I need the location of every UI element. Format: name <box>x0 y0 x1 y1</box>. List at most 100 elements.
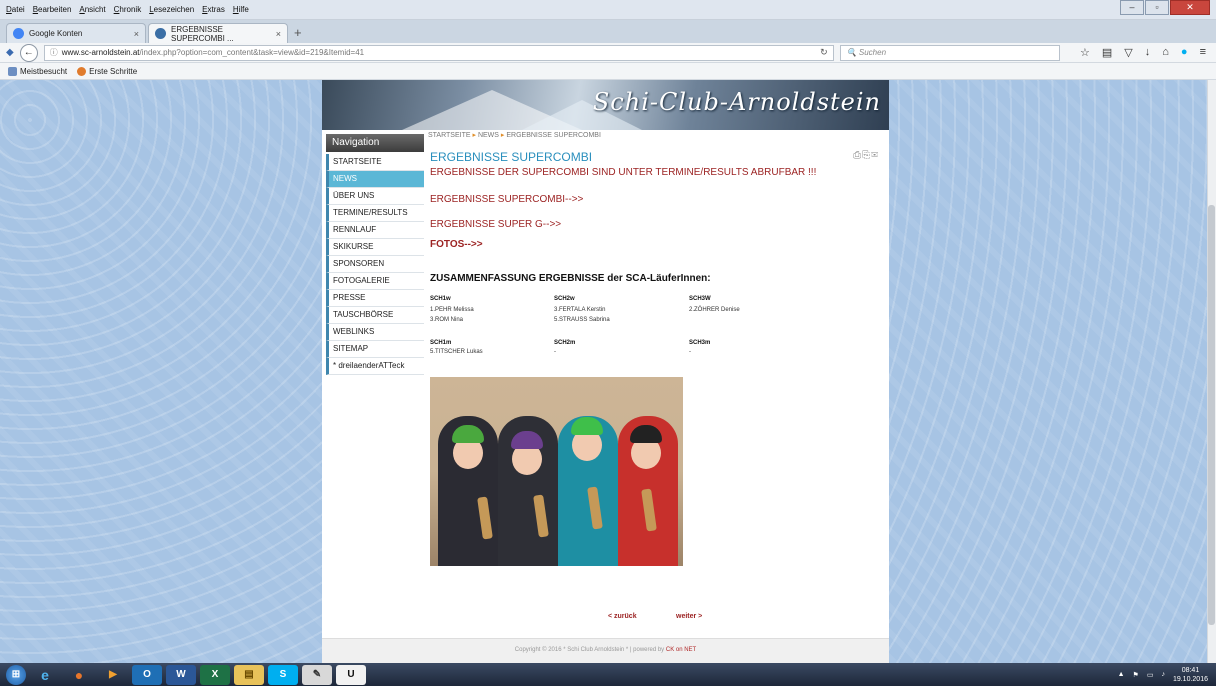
nav-item-dreilaender[interactable]: * dreilaenderATTeck <box>326 358 424 375</box>
nav-item-ueber-uns[interactable]: ÜBER UNS <box>326 188 424 205</box>
nav-item-presse[interactable]: PRESSE <box>326 290 424 307</box>
firefox-taskbar-icon[interactable]: ● <box>64 665 94 685</box>
nav-item-news[interactable]: NEWS <box>326 171 424 188</box>
result-entry: - <box>689 349 691 355</box>
tab-ergebnisse[interactable]: ERGEBNISSE SUPERCOMBI ... × <box>148 23 288 43</box>
photo-hat <box>571 417 603 435</box>
nav-item-weblinks[interactable]: WEBLINKS <box>326 324 424 341</box>
network-icon[interactable]: ▭ <box>1147 671 1154 679</box>
hamburger-menu-icon[interactable]: ≡ <box>1200 46 1206 59</box>
menu-hilfe[interactable]: Hilfe <box>233 5 249 14</box>
system-tray: ▲ ⚑ ▭ ♪ 08:41 19.10.2016 <box>1118 666 1216 684</box>
clock[interactable]: 08:41 19.10.2016 <box>1173 666 1208 684</box>
site-title[interactable]: Schi-Club-Arnoldstein <box>593 88 881 116</box>
next-link[interactable]: weiter > <box>676 613 702 620</box>
menu-lesezeichen[interactable]: Lesezeichen <box>149 5 194 14</box>
breadcrumb-startseite[interactable]: STARTSEITE <box>428 132 471 139</box>
window-controls: – ▫ ✕ <box>1120 0 1210 15</box>
internet-explorer-icon[interactable]: e <box>30 665 60 685</box>
site-container: Schi-Club-Arnoldstein Navigation STARTSE… <box>322 80 889 663</box>
nav-item-startseite[interactable]: STARTSEITE <box>326 154 424 171</box>
app-u-icon[interactable]: U <box>336 664 366 685</box>
nav-item-fotogalerie[interactable]: FOTOGALERIE <box>326 273 424 290</box>
nav-item-rennlauf[interactable]: RENNLAUF <box>326 222 424 239</box>
nav-item-termine-results[interactable]: TERMINE/RESULTS <box>326 205 424 222</box>
menu-chronik[interactable]: Chronik <box>114 5 142 14</box>
joomla-icon <box>155 28 166 39</box>
bookmark-star-icon[interactable]: ☆ <box>1080 46 1090 59</box>
result-entry: 1.PEHR Melissa <box>430 307 474 313</box>
url-path: /index.php?option=com_content&task=view&… <box>139 48 365 57</box>
tab-close-icon[interactable]: × <box>134 29 139 39</box>
reload-icon[interactable]: ↻ <box>820 47 828 58</box>
minimize-icon[interactable]: – <box>1120 0 1144 15</box>
menu-ansicht[interactable]: Ansicht <box>79 5 105 14</box>
result-heading: SCH2m <box>554 340 576 346</box>
back-button[interactable]: ← <box>19 43 38 62</box>
excel-icon[interactable]: X <box>200 664 230 685</box>
scrollbar-thumb[interactable] <box>1208 205 1215 625</box>
team-photo[interactable] <box>430 377 683 566</box>
maximize-icon[interactable]: ▫ <box>1145 0 1169 15</box>
skype-taskbar-icon[interactable]: S <box>268 664 298 685</box>
menu-bar: Datei Bearbeiten Ansicht Chronik Lesezei… <box>0 0 1216 20</box>
folder-icon <box>8 66 17 76</box>
pdf-icon[interactable]: ⎙ <box>853 150 862 161</box>
result-entry: 3.ROM Nina <box>430 317 464 323</box>
menu-bearbeiten[interactable]: Bearbeiten <box>33 5 72 14</box>
bookmarks-bar: Meistbesucht Erste Schritte <box>0 63 1216 80</box>
tab-google-konten[interactable]: Google Konten × <box>6 23 146 43</box>
link-fotos[interactable]: FOTOS-->> <box>430 239 483 250</box>
navigation-bar: ◆ ← ⓘ www.sc-arnoldstein.at/index.php?op… <box>0 43 1216 63</box>
tab-bar: Google Konten × ERGEBNISSE SUPERCOMBI ..… <box>0 20 1216 43</box>
tray-arrow-icon[interactable]: ▲ <box>1118 671 1125 678</box>
home-icon[interactable]: ⌂ <box>1162 46 1169 59</box>
nav-item-tauschboerse[interactable]: TAUSCHBÖRSE <box>326 307 424 324</box>
result-heading: SCH3m <box>689 340 711 346</box>
result-entry: 5.STRAUSS Sabrina <box>554 317 610 323</box>
new-tab-button[interactable]: + <box>294 25 302 40</box>
breadcrumb: STARTSEITE ▸ NEWS ▸ ERGEBNISSE SUPERCOMB… <box>428 131 601 139</box>
download-icon[interactable]: ↓ <box>1145 46 1151 59</box>
flag-icon[interactable]: ⚑ <box>1133 671 1139 679</box>
media-player-icon[interactable]: ▶ <box>98 665 128 685</box>
volume-icon[interactable]: ♪ <box>1161 671 1165 678</box>
previous-link[interactable]: < zurück <box>608 613 637 620</box>
nav-item-sponsoren[interactable]: SPONSOREN <box>326 256 424 273</box>
breadcrumb-arrow-icon: ▸ <box>472 132 476 139</box>
link-supercombi[interactable]: ERGEBNISSE SUPERCOMBI-->> <box>430 194 583 205</box>
close-window-icon[interactable]: ✕ <box>1170 0 1210 15</box>
result-heading: SCH1w <box>430 296 451 302</box>
search-input[interactable]: 🔍 Suchen <box>839 44 1060 61</box>
bookmark-meistbesucht[interactable]: Meistbesucht <box>8 66 67 76</box>
clock-time: 08:41 <box>1181 666 1200 674</box>
start-button-icon[interactable]: ⊞ <box>6 664 26 685</box>
footer-link[interactable]: CK on NET <box>666 647 696 653</box>
menu-extras[interactable]: Extras <box>202 5 225 14</box>
result-entry: 3.FERTALA Kerstin <box>554 307 606 313</box>
menu-datei[interactable]: Datei <box>6 5 25 14</box>
breadcrumb-news[interactable]: NEWS <box>478 132 499 139</box>
library-icon[interactable]: ▤ <box>1102 46 1112 59</box>
bookmark-erste-schritte[interactable]: Erste Schritte <box>77 66 137 76</box>
url-bar[interactable]: ⓘ www.sc-arnoldstein.at/index.php?option… <box>43 44 834 61</box>
word-icon[interactable]: W <box>166 664 196 685</box>
print-icon[interactable]: ⎘ <box>862 150 871 161</box>
pocket-icon[interactable]: ▽ <box>1124 46 1132 59</box>
file-explorer-icon[interactable]: ▤ <box>234 664 264 685</box>
article-content: STARTSEITE ▸ NEWS ▸ ERGEBNISSE SUPERCOMB… <box>428 130 885 630</box>
breadcrumb-current: ERGEBNISSE SUPERCOMBI <box>506 132 601 139</box>
email-icon[interactable]: ✉ <box>871 150 879 161</box>
firefox-icon[interactable]: ◆ <box>6 47 14 58</box>
nav-item-skikurse[interactable]: SKIKURSE <box>326 239 424 256</box>
link-super-g[interactable]: ERGEBNISSE SUPER G-->> <box>430 219 561 230</box>
tab-close-icon[interactable]: × <box>276 29 281 39</box>
outlook-icon[interactable]: O <box>132 664 162 685</box>
taskbar: ⊞ e ● ▶ O W X ▤ S ✎ U ▲ ⚑ ▭ ♪ 08:41 19.1… <box>0 663 1216 686</box>
skype-icon[interactable]: ● <box>1181 46 1188 59</box>
nav-item-sitemap[interactable]: SITEMAP <box>326 341 424 358</box>
image-editor-icon[interactable]: ✎ <box>302 664 332 685</box>
info-icon[interactable]: ⓘ <box>50 47 58 58</box>
google-icon <box>13 28 24 39</box>
toolbar-icons: ☆ ▤ ▽ ↓ ⌂ ● ≡ <box>1080 46 1216 59</box>
